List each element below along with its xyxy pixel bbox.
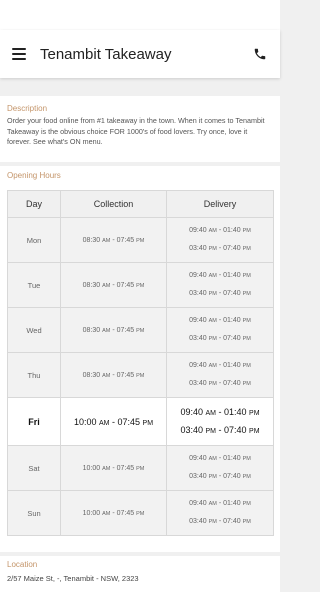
day-cell: Sun bbox=[7, 490, 61, 536]
table-row: Sat 10:00 AM - 07:45 PM 09:40 AM - 01:40… bbox=[7, 445, 274, 491]
day-cell: Wed bbox=[7, 307, 61, 353]
phone-icon[interactable] bbox=[252, 46, 268, 62]
table-row: Tue 08:30 AM - 07:45 PM 09:40 AM - 01:40… bbox=[7, 262, 274, 308]
collection-cell: 10:00 AM - 07:45 PM bbox=[60, 490, 167, 536]
description-label: Description bbox=[7, 104, 48, 113]
day-cell: Fri bbox=[7, 397, 61, 446]
opening-hours-label: Opening Hours bbox=[7, 171, 61, 180]
delivery-cell: 09:40 AM - 01:40 PM 03:40 PM - 07:40 PM bbox=[166, 490, 274, 536]
status-bar bbox=[0, 0, 280, 30]
location-label: Location bbox=[7, 560, 38, 569]
table-row: Wed 08:30 AM - 07:45 PM 09:40 AM - 01:40… bbox=[7, 307, 274, 353]
page-title: Tenambit Takeaway bbox=[40, 45, 172, 63]
app-bar: Tenambit Takeaway bbox=[0, 30, 280, 78]
description-section: Description Order your food online from … bbox=[0, 96, 280, 162]
delivery-cell: 09:40 AM - 01:40 PM 03:40 PM - 07:40 PM bbox=[166, 217, 274, 263]
collection-cell: 08:30 AM - 07:45 PM bbox=[60, 262, 167, 308]
collection-cell: 08:30 AM - 07:45 PM bbox=[60, 307, 167, 353]
delivery-cell: 09:40 AM - 01:40 PM 03:40 PM - 07:40 PM bbox=[166, 262, 274, 308]
opening-hours-table: Day Collection Delivery Mon 08:30 AM - 0… bbox=[7, 190, 274, 536]
day-cell: Tue bbox=[7, 262, 61, 308]
location-section: Location 2/57 Maize St, -, Tenambit - NS… bbox=[0, 556, 280, 592]
column-header-delivery: Delivery bbox=[166, 190, 274, 218]
day-cell: Thu bbox=[7, 352, 61, 398]
column-header-day: Day bbox=[7, 190, 61, 218]
delivery-cell: 09:40 AM - 01:40 PM 03:40 PM - 07:40 PM bbox=[166, 307, 274, 353]
location-address: 2/57 Maize St, -, Tenambit - NSW, 2323 bbox=[7, 574, 139, 583]
day-cell: Sat bbox=[7, 445, 61, 491]
table-row: Mon 08:30 AM - 07:45 PM 09:40 AM - 01:40… bbox=[7, 217, 274, 263]
table-row-today: Fri 10:00 AM - 07:45 PM 09:40 AM - 01:40… bbox=[7, 397, 274, 446]
opening-hours-section: Opening Hours Day Collection Delivery Mo… bbox=[0, 166, 280, 552]
collection-cell: 10:00 AM - 07:45 PM bbox=[60, 445, 167, 491]
table-row: Thu 08:30 AM - 07:45 PM 09:40 AM - 01:40… bbox=[7, 352, 274, 398]
delivery-cell: 09:40 AM - 01:40 PM 03:40 PM - 07:40 PM bbox=[166, 397, 274, 446]
collection-cell: 10:00 AM - 07:45 PM bbox=[60, 397, 167, 446]
table-row: Sun 10:00 AM - 07:45 PM 09:40 AM - 01:40… bbox=[7, 490, 274, 536]
description-text: Order your food online from #1 takeaway … bbox=[7, 116, 265, 146]
delivery-cell: 09:40 AM - 01:40 PM 03:40 PM - 07:40 PM bbox=[166, 445, 274, 491]
hamburger-menu-icon[interactable] bbox=[12, 48, 26, 60]
collection-cell: 08:30 AM - 07:45 PM bbox=[60, 217, 167, 263]
column-header-collection: Collection bbox=[60, 190, 167, 218]
day-cell: Mon bbox=[7, 217, 61, 263]
collection-cell: 08:30 AM - 07:45 PM bbox=[60, 352, 167, 398]
delivery-cell: 09:40 AM - 01:40 PM 03:40 PM - 07:40 PM bbox=[166, 352, 274, 398]
